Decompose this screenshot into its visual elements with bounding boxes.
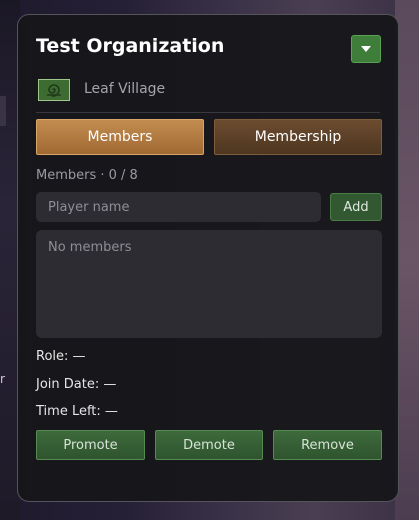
role-info: Role: — xyxy=(36,349,86,364)
background-left-text: r xyxy=(0,372,5,386)
organization-dropdown-button[interactable] xyxy=(351,35,381,63)
tab-membership[interactable]: Membership xyxy=(214,119,382,155)
join-date-info: Join Date: — xyxy=(36,377,117,392)
organization-panel: Test Organization Leaf Village Members M… xyxy=(17,14,399,502)
player-name-input[interactable] xyxy=(36,192,321,222)
caret-down-icon xyxy=(361,46,371,52)
promote-button[interactable]: Promote xyxy=(36,430,145,460)
time-left-info: Time Left: — xyxy=(36,404,118,419)
remove-button[interactable]: Remove xyxy=(273,430,382,460)
leaf-swirl-icon xyxy=(47,84,61,97)
members-list[interactable]: No members xyxy=(36,230,382,338)
tab-members[interactable]: Members xyxy=(36,119,204,155)
empty-members-text: No members xyxy=(48,240,132,255)
add-member-button[interactable]: Add xyxy=(330,193,382,221)
background-left-bar xyxy=(0,96,6,126)
village-name: Leaf Village xyxy=(84,81,166,97)
header-divider xyxy=(36,112,380,113)
demote-button[interactable]: Demote xyxy=(155,430,263,460)
members-count-label: Members · 0 / 8 xyxy=(36,168,138,183)
leaf-village-emblem-icon xyxy=(38,79,70,101)
organization-title: Test Organization xyxy=(36,35,225,57)
